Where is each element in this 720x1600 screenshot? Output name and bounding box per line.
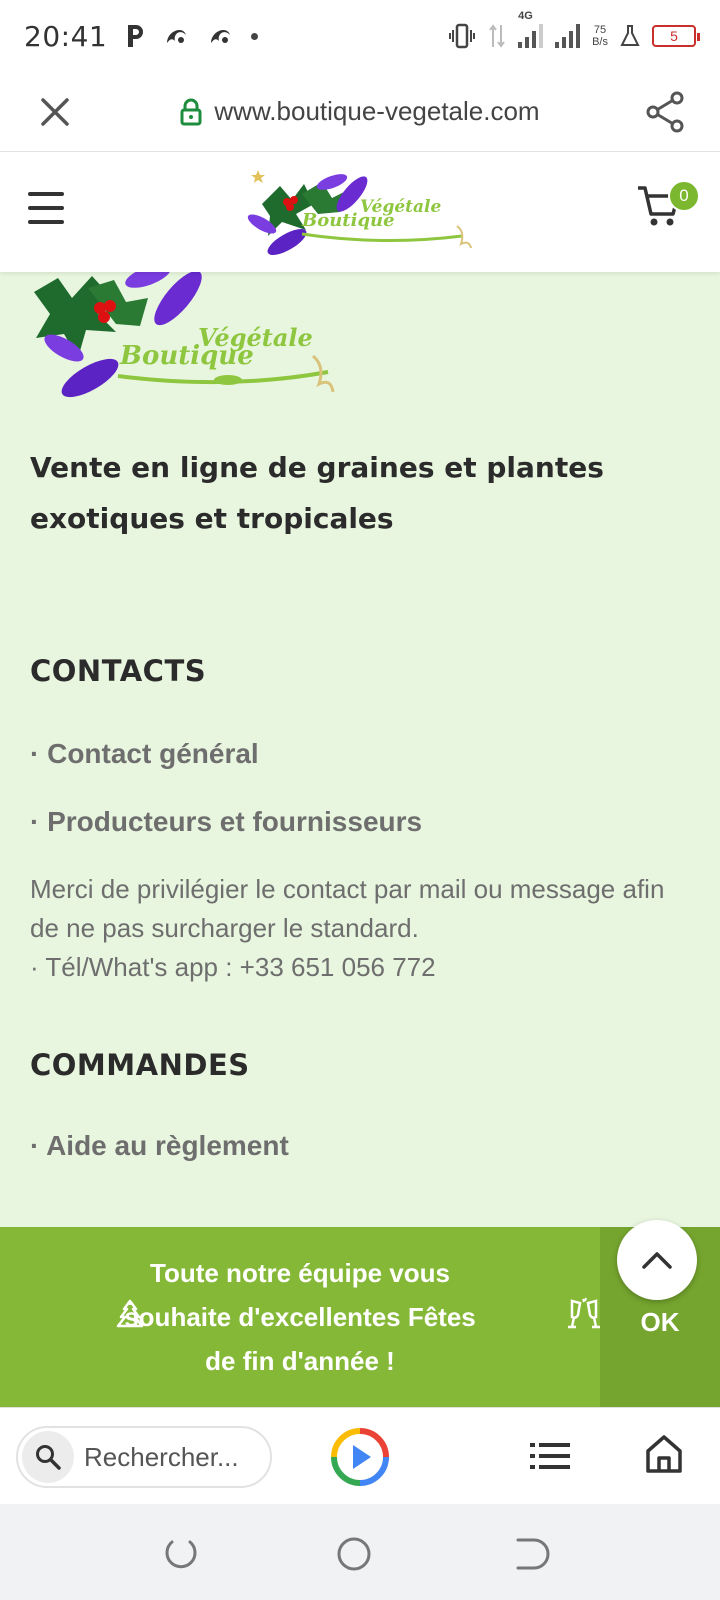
- home-button[interactable]: [644, 1434, 684, 1474]
- search-box[interactable]: Rechercher...: [16, 1426, 272, 1488]
- parking-app-icon: [128, 25, 144, 47]
- more-notifications-dot: [251, 32, 259, 40]
- scroll-to-top-button[interactable]: [617, 1220, 697, 1300]
- home-icon: [646, 1435, 682, 1473]
- swirl-app-icon-2: [211, 29, 231, 43]
- cart-count-badge: 0: [668, 180, 700, 212]
- home-nav-button[interactable]: [334, 1534, 374, 1574]
- battery-indicator: 5: [652, 25, 700, 47]
- url-text: www.boutique-vegetale.com: [214, 96, 540, 126]
- scroll-top-icon: [642, 1252, 672, 1269]
- status-notification-icons: [125, 23, 259, 49]
- status-time: 20:41: [24, 19, 108, 53]
- play-button[interactable]: [330, 1427, 390, 1487]
- vibrate-icon: [449, 23, 476, 49]
- system-navigation-bar: [0, 1504, 720, 1600]
- header-logo-word-2: Végétale: [360, 197, 441, 217]
- holiday-banner-message-wrap: Toute notre équipe vous souhaite d'excel…: [0, 1227, 600, 1407]
- net-speed: 75 B/s: [592, 24, 608, 48]
- net-speed-unit: B/s: [592, 36, 608, 48]
- site-tagline: Vente en ligne de graines et plantes exo…: [30, 451, 604, 535]
- menu-icon-bar-3: [28, 220, 64, 224]
- address-field[interactable]: www.boutique-vegetale.com: [110, 96, 610, 127]
- contact-note: Merci de privilégier le contact par mail…: [30, 874, 665, 943]
- producers-suppliers-link[interactable]: · Producteurs et fournisseurs: [30, 806, 422, 838]
- list-icon: [530, 1443, 570, 1469]
- close-icon: [41, 97, 69, 126]
- back-icon: [516, 1538, 550, 1570]
- browser-url-bar: www.boutique-vegetale.com: [0, 72, 720, 152]
- search-placeholder: Rechercher...: [84, 1441, 239, 1472]
- footer-content: Boutique Végétale Vente en ligne de grai…: [0, 268, 720, 1227]
- signal-bars-2: [555, 24, 581, 48]
- browser-bottom-toolbar: Rechercher...: [0, 1407, 720, 1504]
- site-logo[interactable]: Boutique Végétale: [232, 164, 482, 264]
- payment-help-link[interactable]: · Aide au règlement: [30, 1130, 289, 1162]
- site-header: Boutique Végétale: [0, 152, 720, 272]
- contacts-heading: CONTACTS: [30, 654, 207, 688]
- content-logo-word-2: Végétale: [198, 323, 313, 352]
- search-button[interactable]: [22, 1431, 74, 1483]
- back-button[interactable]: [510, 1534, 550, 1574]
- christmas-tree-icon: [116, 1299, 144, 1328]
- signal-bars-1: [518, 24, 544, 48]
- play-icon: [353, 1445, 371, 1469]
- signal-4g: 4G: [518, 10, 544, 48]
- battery-level: 5: [670, 28, 678, 44]
- status-bar: 20:41 4G 75 B/s 5: [0, 0, 720, 72]
- menu-button[interactable]: [28, 192, 64, 224]
- share-icon: [646, 91, 684, 132]
- contact-general-link[interactable]: · Contact général: [30, 738, 259, 770]
- menu-icon-bar-2: [28, 206, 64, 210]
- holiday-banner: Toute notre équipe vous souhaite d'excel…: [0, 1227, 720, 1407]
- holiday-message: Toute notre équipe vous souhaite d'excel…: [124, 1258, 476, 1376]
- recent-apps-button[interactable]: [160, 1534, 200, 1574]
- status-system-icons: 4G 75 B/s 5: [448, 10, 700, 49]
- champagne-glasses-icon: [568, 1297, 600, 1329]
- content-logo: Boutique Végétale: [34, 268, 335, 398]
- close-tab-button[interactable]: [0, 72, 110, 152]
- data-transfer-icon: [489, 24, 505, 48]
- flask-icon: [620, 25, 640, 46]
- swirl-app-icon: [167, 29, 187, 43]
- home-circle-icon: [337, 1537, 371, 1571]
- contact-phone[interactable]: · Tél/What's app : +33 651 056 772: [30, 948, 690, 987]
- net-speed-value: 75: [593, 24, 607, 36]
- recent-apps-icon: [165, 1540, 197, 1569]
- network-type: 4G: [518, 10, 533, 22]
- search-icon: [36, 1445, 61, 1470]
- list-button[interactable]: [530, 1440, 570, 1472]
- orders-heading: COMMANDES: [30, 1048, 250, 1082]
- lock-icon: [180, 98, 202, 125]
- menu-icon-bar-1: [28, 192, 64, 196]
- screen: 20:41 4G 75 B/s 5 www.boutique-vegetale.…: [0, 0, 720, 1600]
- share-button[interactable]: [610, 72, 720, 152]
